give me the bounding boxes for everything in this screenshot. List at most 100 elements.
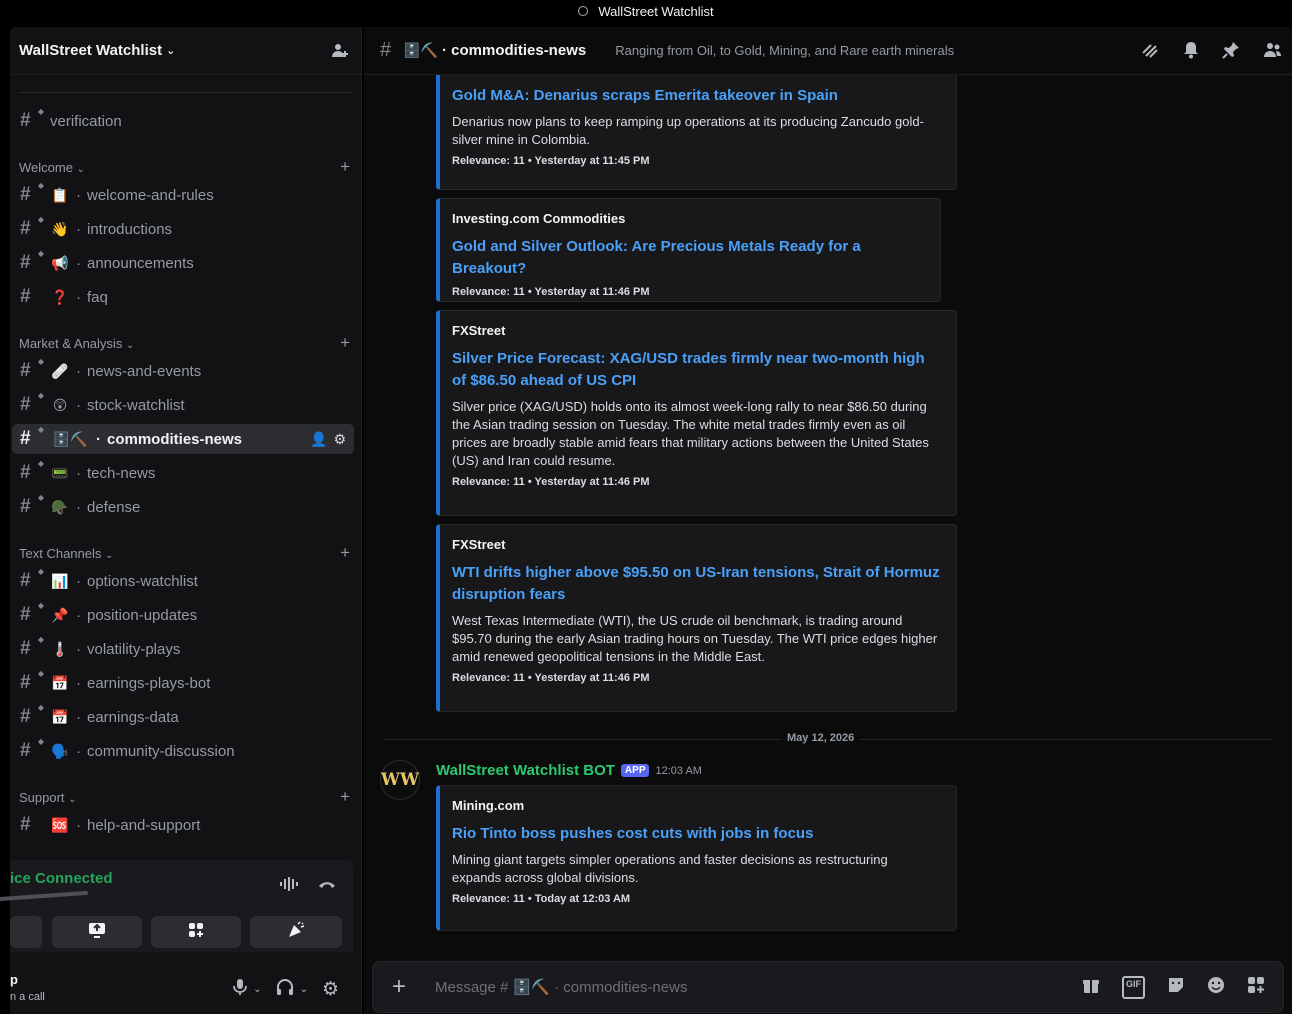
soundboard-icon[interactable] xyxy=(279,876,299,897)
chevron-down-icon: ⌄ xyxy=(76,163,85,175)
chat-area: # 🗄️⛏️ · commodities-news Ranging from O… xyxy=(364,27,1292,1014)
server-rail xyxy=(0,22,10,1014)
channel-introductions[interactable]: # ◆ 👋 · introductions xyxy=(12,214,354,244)
add-channel-icon[interactable]: + xyxy=(340,157,350,177)
channel-welcome-and-rules[interactable]: # ◆ 📋 · welcome-and-rules xyxy=(12,180,354,210)
hash-lock-icon: # ◆ xyxy=(20,635,44,659)
message-author[interactable]: WallStreet Watchlist BOT xyxy=(436,762,615,779)
embed-footer: Relevance: 11 • Yesterday at 11:46 PM xyxy=(452,476,650,488)
app-badge: APP xyxy=(620,764,650,777)
chevron-down-icon: ⌄ xyxy=(166,45,176,57)
activities-button[interactable] xyxy=(151,916,241,948)
embed-title-link[interactable]: WTI drifts higher above $95.50 on US-Ira… xyxy=(452,562,940,606)
sticker-icon[interactable] xyxy=(1167,976,1185,999)
embed-title-link[interactable]: Silver Price Forecast: XAG/USD trades fi… xyxy=(452,348,940,392)
server-name[interactable]: WallStreet Watchlist ⌄ xyxy=(19,42,175,59)
member-list-icon[interactable] xyxy=(1262,41,1282,64)
category-support[interactable]: Support ⌄ + xyxy=(19,787,353,807)
embed-footer: Relevance: 11 • Yesterday at 11:46 PM xyxy=(452,286,650,298)
embed-description: Mining giant targets simpler operations … xyxy=(452,852,888,885)
add-channel-icon[interactable]: + xyxy=(340,787,350,807)
gear-icon[interactable]: ⚙ xyxy=(333,431,346,448)
channel-faq[interactable]: # ❓ · faq xyxy=(12,282,354,312)
channel-help-and-support[interactable]: # 🆘 · help-and-support xyxy=(12,810,354,840)
embed-author: Mining.com xyxy=(452,798,525,813)
soundboard-button[interactable] xyxy=(250,916,342,948)
embed-footer: Relevance: 11 • Yesterday at 11:45 PM xyxy=(452,155,650,167)
microphone-icon[interactable] xyxy=(233,978,248,1001)
hash-lock-icon: # ◆ xyxy=(20,425,44,449)
gift-icon[interactable] xyxy=(1082,976,1100,999)
hash-lock-icon: # ◆ xyxy=(20,567,44,591)
embed-title-link[interactable]: Gold M&A: Denarius scraps Emerita takeov… xyxy=(452,85,940,107)
channel-topic[interactable]: Ranging from Oil, to Gold, Mining, and R… xyxy=(615,43,954,58)
discord-icon xyxy=(578,6,589,16)
category-market-analysis[interactable]: Market & Analysis ⌄ + xyxy=(19,333,353,353)
hash-lock-icon: # ◆ xyxy=(20,493,44,517)
chevron-down-icon[interactable]: ⌄ xyxy=(253,984,261,995)
hash-lock-icon: # ◆ xyxy=(20,391,44,415)
channel-news-and-events[interactable]: # ◆ 🩹 · news-and-events xyxy=(12,356,354,386)
hash-icon: # xyxy=(20,286,31,307)
server-header[interactable]: WallStreet Watchlist ⌄ xyxy=(10,27,361,75)
embed-description: Denarius now plans to keep ramping up op… xyxy=(452,114,924,147)
embed-description: West Texas Intermediate (WTI), the US cr… xyxy=(452,613,938,664)
channel-options-watchlist[interactable]: # ◆ 📊 · options-watchlist xyxy=(12,566,354,596)
message-header: WallStreet Watchlist BOT APP 12:03 AM xyxy=(436,762,702,779)
activities-icon xyxy=(187,921,205,944)
channel-announcements[interactable]: # ◆ 📢 · announcements xyxy=(12,248,354,278)
channel-volatility-plays[interactable]: # ◆ 🌡️ · volatility-plays xyxy=(12,634,354,664)
window-title: WallStreet Watchlist xyxy=(598,3,714,19)
user-name[interactable]: p xyxy=(10,972,18,987)
news-embed: Investing.com Commodities Gold and Silve… xyxy=(436,198,941,302)
message-composer[interactable]: + Message # 🗄️⛏️ · commodities-news GIF xyxy=(372,961,1284,1013)
add-member-icon[interactable] xyxy=(331,42,349,60)
embed-title-link[interactable]: Rio Tinto boss pushes cost cuts with job… xyxy=(452,823,940,845)
category-welcome[interactable]: Welcome ⌄ + xyxy=(19,157,353,177)
channel-defense[interactable]: # ◆ 🪖 · defense xyxy=(12,492,354,522)
hash-lock-icon: # ◆ xyxy=(20,703,44,727)
chevron-down-icon: ⌄ xyxy=(68,793,77,805)
channel-stock-watchlist[interactable]: # ◆ 😲 · stock-watchlist xyxy=(12,390,354,420)
chevron-down-icon[interactable]: ⌄ xyxy=(300,984,308,995)
message-input[interactable]: Message # 🗄️⛏️ · commodities-news xyxy=(425,978,1082,996)
channel-verification[interactable]: # ◆ verification xyxy=(12,106,354,136)
channel-position-updates[interactable]: # ◆ 📌 · position-updates xyxy=(12,600,354,630)
hash-lock-icon: # ◆ xyxy=(20,215,44,239)
channel-tech-news[interactable]: # ◆ 📟 · tech-news xyxy=(12,458,354,488)
embed-author: Investing.com Commodities xyxy=(452,211,626,226)
channel-name: · commodities-news xyxy=(442,42,587,59)
channel-earnings-data[interactable]: # ◆ 📅 · earnings-data xyxy=(12,702,354,732)
voice-channel-scribble xyxy=(0,890,89,902)
channel-earnings-plays-bot[interactable]: # ◆ 📅 · earnings-plays-bot xyxy=(12,668,354,698)
emoji-icon[interactable] xyxy=(1207,976,1225,999)
channel-community-discussion[interactable]: # ◆ 🗣️ · community-discussion xyxy=(12,736,354,766)
pin-icon[interactable] xyxy=(1222,41,1240,64)
gif-icon[interactable]: GIF xyxy=(1122,975,1145,999)
hash-lock-icon: # ◆ xyxy=(20,249,44,273)
apps-icon[interactable] xyxy=(1247,976,1265,999)
channel-header: # 🗄️⛏️ · commodities-news Ranging from O… xyxy=(364,27,1292,75)
add-channel-icon[interactable]: + xyxy=(340,543,350,563)
threads-icon[interactable] xyxy=(1140,41,1160,64)
embed-author: FXStreet xyxy=(452,537,506,552)
embed-footer: Relevance: 11 • Today at 12:03 AM xyxy=(452,893,631,905)
avatar[interactable]: WW xyxy=(380,760,420,800)
bell-icon[interactable] xyxy=(1182,41,1200,64)
chevron-down-icon: ⌄ xyxy=(105,549,114,561)
channel-commodities-news[interactable]: # ◆ 🗄️⛏️ · commodities-news 👤 ⚙ xyxy=(12,424,354,454)
add-channel-icon[interactable]: + xyxy=(340,333,350,353)
date-divider-label: May 12, 2026 xyxy=(781,732,861,744)
news-embed: FXStreet Silver Price Forecast: XAG/USD … xyxy=(436,310,957,516)
message-timestamp: 12:03 AM xyxy=(655,764,702,777)
gear-icon[interactable]: ⚙ xyxy=(322,978,339,1001)
screen-share-button[interactable] xyxy=(52,916,142,948)
headphones-icon[interactable] xyxy=(276,978,294,1001)
hash-lock-icon: # ◆ xyxy=(20,459,44,483)
embed-title-link[interactable]: Gold and Silver Outlook: Are Precious Me… xyxy=(452,236,924,280)
add-attachment-icon[interactable]: + xyxy=(373,973,425,1001)
disconnect-icon[interactable] xyxy=(317,876,337,897)
category-text-channels[interactable]: Text Channels ⌄ + xyxy=(19,543,353,563)
invite-icon[interactable]: 👤 xyxy=(310,431,327,448)
camera-button[interactable] xyxy=(10,916,42,948)
